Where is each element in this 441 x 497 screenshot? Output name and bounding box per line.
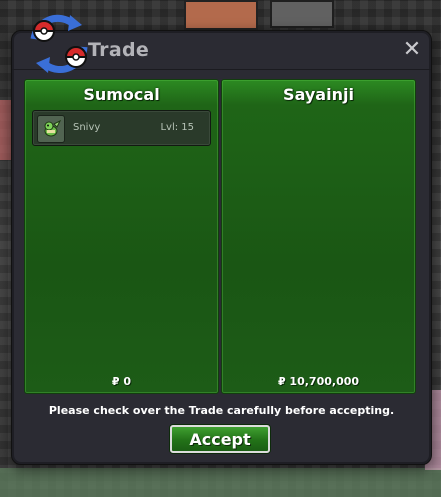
- window-title: Trade: [88, 39, 150, 61]
- trade-panel-partner: Sayainji ₽ 10,700,000: [221, 79, 416, 394]
- snivy-icon: [37, 115, 65, 143]
- money-offer: ₽ 10,700,000: [277, 375, 360, 388]
- pokemon-level: Lvl: 15: [160, 122, 194, 133]
- pokeball-trade-arrows-icon: [30, 14, 88, 74]
- player-name: Sayainji: [283, 85, 354, 104]
- background-tile: [184, 0, 258, 30]
- accept-button[interactable]: Accept: [170, 425, 270, 453]
- window-titlebar[interactable]: Trade ✕: [12, 14, 431, 74]
- money-offer: ₽ 0: [111, 375, 132, 388]
- trade-panel-self: Sumocal Snivy Lvl: 15 ₽ 0: [24, 79, 219, 394]
- background-tile: [0, 468, 441, 497]
- trade-window: Trade ✕ Sumocal Snivy Lvl: 15 ₽ 0 Sayain…: [11, 14, 432, 465]
- pokemon-name: Snivy: [73, 122, 101, 133]
- background-tile: [270, 0, 334, 28]
- offered-pokemon-row[interactable]: Snivy Lvl: 15: [32, 110, 211, 146]
- close-icon[interactable]: ✕: [401, 37, 423, 62]
- player-name: Sumocal: [83, 85, 160, 104]
- trade-notice: Please check over the Trade carefully be…: [48, 404, 395, 417]
